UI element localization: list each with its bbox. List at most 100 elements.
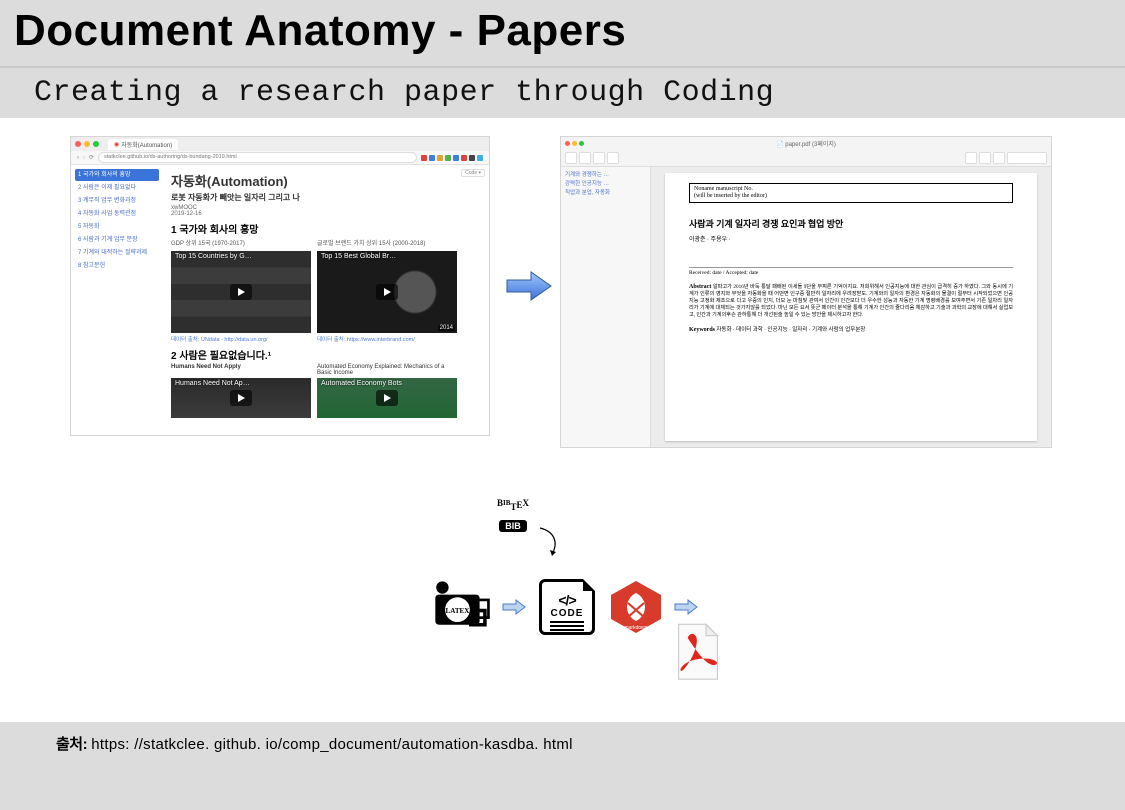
- pdf-authors: 이광춘 · 주용우 ·: [689, 234, 1013, 243]
- page-sub1a: GDP 상위 15국 (1970-2017): [171, 238, 311, 247]
- nav-back-icon: ‹: [77, 155, 79, 161]
- bibtex-logo: BIBTEX BIB: [490, 488, 536, 532]
- edit-pen-icon: [993, 152, 1005, 164]
- sidebar-toggle-icon: [565, 152, 577, 164]
- browser-tab-label: 자동화(Automation): [121, 140, 172, 149]
- toc-item: 5 자동화: [75, 221, 159, 233]
- browser-page: Code ▾ 자동화(Automation) 로봇 자동화가 빼앗는 일자리 그…: [163, 165, 489, 435]
- pdf-outline: 기계와 경쟁하는 … 강력한 인공지능 … 직업과 분업, 자동화: [561, 167, 651, 447]
- toc-item: 6 사람과 기계 업무 분장: [75, 234, 159, 246]
- window-min-icon: [572, 141, 577, 146]
- zoom-in-icon: [593, 152, 605, 164]
- toc-item: 8 참고문헌: [75, 260, 159, 272]
- source-label: 출처:: [56, 736, 87, 753]
- arrow-right-icon: [505, 268, 553, 304]
- nav-fwd-icon: ›: [83, 155, 85, 161]
- bib-badge: BIB: [499, 520, 527, 532]
- latex-engine-icon: LATEX: [430, 576, 492, 638]
- play-icon: [376, 284, 398, 300]
- pdf-header-line2: (will be inserted by the editor): [694, 193, 1008, 200]
- pdf-outline-item: 직업과 분업, 자동화: [565, 189, 646, 198]
- play-icon: [230, 390, 252, 406]
- video-title: Automated Economy Bots: [321, 380, 402, 387]
- bibtex-text-icon: BIBTEX: [493, 488, 533, 518]
- code-file-icon: </> CODE: [536, 576, 598, 638]
- pdf-viewer-window: 📄 paper.pdf (3페이지) 기계와 경쟁하는 … 강력한 인공지능 ……: [560, 136, 1052, 448]
- pipeline-diagram: BIBTEX BIB LATEX: [430, 488, 790, 658]
- page-sub1b: 글로벌 브랜드 가치 상위 15사 (2000-2018): [317, 238, 457, 247]
- pdf-file-icon: [674, 621, 722, 683]
- pdf-abstract: Abstract 알파고가 2016년 바둑 통달 패배된 이세돌 9단을 무찌…: [689, 284, 1013, 319]
- extension-icons: [421, 155, 483, 161]
- video-thumb: Automated Economy Bots: [317, 378, 457, 418]
- video-year-badge: 2014: [438, 325, 455, 331]
- pdf-titlebar: 📄 paper.pdf (3페이지): [561, 137, 1051, 149]
- rotate-icon: [979, 152, 991, 164]
- pdf-outline-item: 강력한 인공지능 …: [565, 180, 646, 189]
- svg-text:LATEX: LATEX: [446, 607, 471, 615]
- reload-icon: ⟳: [89, 154, 94, 161]
- slide-title: Document Anatomy - Papers: [14, 6, 1111, 56]
- page-sec2: 2 사람은 필요없습니다.¹: [171, 347, 481, 362]
- pdf-abstract-label: Abstract: [689, 284, 711, 290]
- browser-toolbar: ‹ › ⟳ statkclee.github.io/ds-authoring/d…: [71, 151, 489, 165]
- pdf-paper-title: 사람과 기계 일자리 경쟁 요인과 협업 방안: [689, 217, 1013, 230]
- pdf-header-box: Noname manuscript No. (will be inserted …: [689, 183, 1013, 203]
- window-max-icon: [579, 141, 584, 146]
- code-file-label: CODE: [551, 608, 584, 619]
- video-thumb: Humans Need Not Ap…: [171, 378, 311, 418]
- video-title: Top 15 Best Global Br…: [321, 253, 396, 260]
- video-title: Humans Need Not Ap…: [175, 380, 250, 387]
- browser-tab-strip: ◉ 자동화(Automation): [71, 137, 489, 151]
- toc-item: 3 계무직 업무 변화과정: [75, 195, 159, 207]
- toc-item: 2 사람은 이제 필요없다: [75, 182, 159, 194]
- arrow-right-icon: [502, 598, 526, 616]
- pdf-received: Received: date / Accepted: date: [689, 267, 1013, 276]
- video-title: Top 15 Countries by G…: [175, 253, 252, 260]
- markup-icon: [965, 152, 977, 164]
- page-sub2b: Automated Economy Explained: Mechanics o…: [317, 364, 457, 376]
- page-sec1: 1 국가와 회사의 흥망: [171, 221, 481, 236]
- window-max-icon: [93, 141, 99, 147]
- pipeline-row: LATEX </> CODE: [430, 576, 698, 638]
- pdf-header-line1: Noname manuscript No.: [694, 186, 1008, 193]
- slide-footer: 출처: https: //statkclee. github. io/comp_…: [0, 722, 1125, 810]
- curve-arrow-icon: [536, 526, 564, 560]
- window-close-icon: [565, 141, 570, 146]
- pdf-abstract-text: 알파고가 2016년 바둑 통달 패배된 이세돌 9단을 무찌른 기억이지요. …: [689, 284, 1013, 318]
- zoom-out-icon: [579, 152, 591, 164]
- arrow-right-icon: [674, 598, 698, 616]
- markdown-label: markdown: [624, 625, 647, 631]
- swirl-icon: ◉: [114, 141, 119, 148]
- url-bar: statkclee.github.io/ds-authoring/ds-bund…: [98, 152, 417, 163]
- pdf-keywords-label: Keywords: [689, 327, 715, 333]
- toc-item: 4 자동화 사업 동력관점: [75, 208, 159, 220]
- pdf-titlebar-label: 📄 paper.pdf (3페이지): [776, 139, 836, 148]
- share-icon: [607, 152, 619, 164]
- search-field: [1007, 152, 1047, 164]
- pdf-toolbar: [561, 149, 1051, 167]
- pdf-keywords: Keywords 자동화 · 데이터 과학 · 인공지능 · 일자리 · 기계와…: [689, 325, 1013, 333]
- pdf-outline-item: 기계와 경쟁하는 …: [565, 171, 646, 180]
- slide-subtitle: Creating a research paper through Coding: [0, 68, 1125, 112]
- window-min-icon: [84, 141, 90, 147]
- pdf-keywords-text: 자동화 · 데이터 과학 · 인공지능 · 일자리 · 기계와 사람의 업무분장: [716, 327, 865, 333]
- toc-item: 1 국가와 회사의 흥망: [75, 169, 159, 181]
- browser-toc: 1 국가와 회사의 흥망 2 사람은 이제 필요없다 3 계무직 업무 변화과정…: [71, 165, 163, 435]
- markdown-hex-icon: markdown: [608, 576, 664, 638]
- browser-tab: ◉ 자동화(Automation): [108, 139, 178, 150]
- title-bar: Document Anatomy - Papers: [0, 0, 1125, 68]
- source-citation: 출처: https: //statkclee. github. io/comp_…: [56, 733, 573, 754]
- code-fold-button: Code ▾: [461, 169, 485, 177]
- video-thumb: Top 15 Best Global Br… 2014: [317, 251, 457, 333]
- page-date: 2019-12-16: [171, 211, 481, 217]
- video-src: 데이터 출처: UNdata - http://data.un.org/: [171, 335, 311, 343]
- page-h2: 로봇 자동화가 빼앗는 일자리 그리고 나: [171, 192, 481, 203]
- page-sub2a: Humans Need Not Apply: [171, 364, 311, 376]
- pdf-page-area: Noname manuscript No. (will be inserted …: [651, 167, 1051, 447]
- browser-window: ◉ 자동화(Automation) ‹ › ⟳ statkclee.github…: [70, 136, 490, 436]
- window-close-icon: [75, 141, 81, 147]
- video-src: 데이터 출처: https://www.interbrand.com/: [317, 335, 457, 343]
- page-h1: 자동화(Automation): [171, 171, 481, 190]
- play-icon: [230, 284, 252, 300]
